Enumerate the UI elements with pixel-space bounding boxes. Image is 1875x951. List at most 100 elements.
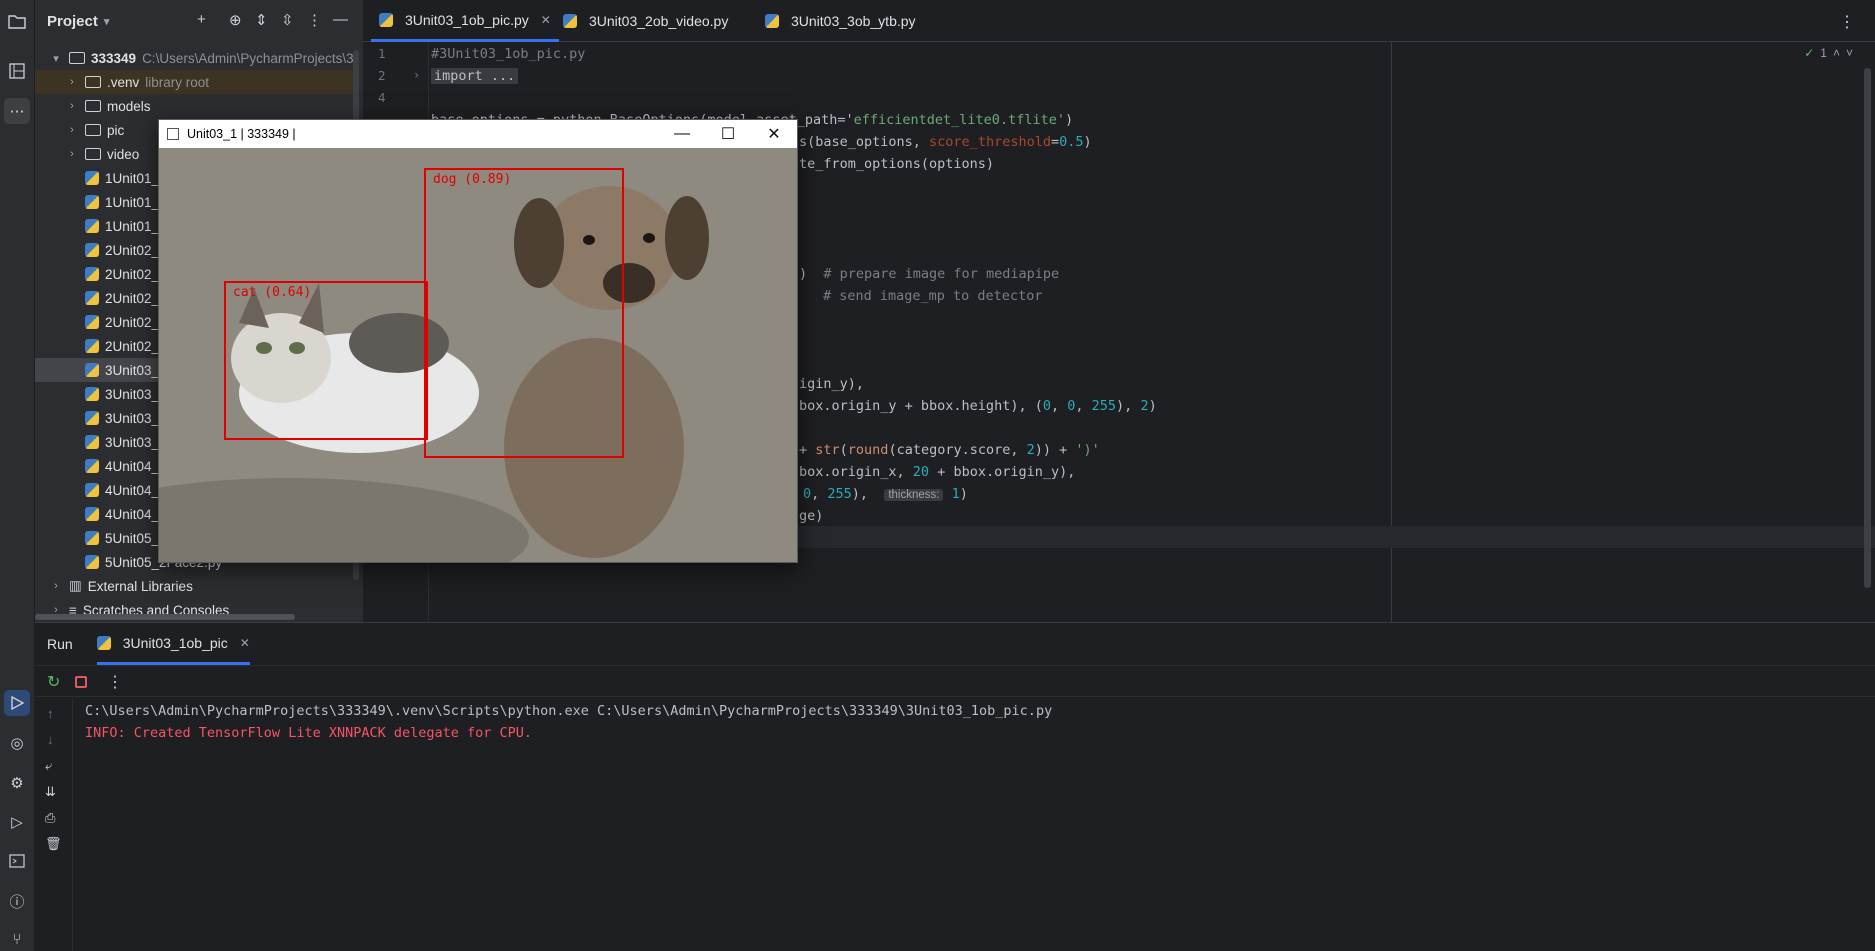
git-icon[interactable]: ⑂ (4, 926, 30, 951)
close-icon[interactable]: ✕ (541, 13, 551, 27)
horizontal-scrollbar[interactable] (35, 614, 295, 620)
tab-3unit03-1ob-pic[interactable]: 3Unit03_1ob_pic.py ✕ (371, 0, 559, 42)
fold-chevron-icon[interactable]: › (413, 68, 420, 82)
dog-bounding-box (424, 168, 624, 458)
rerun-icon[interactable]: ↻ (47, 672, 60, 692)
chevron-right-icon[interactable]: › (65, 100, 79, 112)
python-file-icon (85, 459, 99, 473)
project-folder-icon[interactable] (4, 8, 30, 34)
minimize-icon[interactable]: — (659, 120, 705, 148)
inspection-count: 1 (1820, 46, 1827, 60)
inspection-widget[interactable]: ✓ 1 ˄ ˅ (1804, 46, 1853, 60)
line-number: 1 (378, 46, 386, 61)
code-fragment: (category.score, (888, 442, 1027, 458)
collapse-all-icon[interactable]: ⇳ (281, 11, 294, 29)
trash-icon[interactable]: 🗑 (45, 836, 62, 852)
structure-icon[interactable] (4, 58, 30, 84)
add-icon[interactable]: + (197, 11, 206, 28)
expand-all-icon[interactable]: ⇕ (255, 11, 268, 29)
code-fragment: )) + (1034, 442, 1076, 458)
tree-root[interactable]: ▾ 333349 C:\Users\Admin\PycharmProjects\… (35, 46, 355, 70)
chevron-right-icon[interactable]: › (65, 76, 79, 88)
soft-wrap-icon[interactable]: ⤶ (45, 758, 52, 774)
editor-tabs: 3Unit03_1ob_pic.py ✕ 3Unit03_2ob_video.p… (363, 0, 1875, 42)
chevron-right-icon[interactable]: › (65, 148, 79, 160)
python-packages-icon[interactable]: ◎ (4, 730, 30, 756)
tree-item-label: models (107, 98, 151, 114)
tree-item-label: .venv (107, 74, 140, 90)
tree-item-label: 2Unit02_ (105, 290, 160, 306)
more-tools-icon[interactable]: ⋯ (4, 98, 30, 124)
tree-item-label: 2Unit02_ (105, 338, 160, 354)
python-file-icon (765, 14, 779, 28)
stop-icon[interactable] (75, 676, 87, 688)
tab-options-icon[interactable]: ⋮ (1839, 12, 1855, 32)
run-tool-icon[interactable] (4, 690, 30, 716)
chevron-down-icon[interactable]: ˅ (1846, 46, 1853, 60)
run-toolbar: ↻ ⋮ (35, 665, 1875, 697)
code-line-21: box.origin_x, 20 + bbox.origin_y), (799, 464, 1075, 480)
dog-detection-label: dog (0.89) (433, 172, 512, 187)
tab-3unit03-2ob-video[interactable]: 3Unit03_2ob_video.py (555, 0, 736, 42)
tree-item-label: 3Unit03_ (105, 362, 160, 378)
maximize-icon[interactable]: ☐ (705, 120, 751, 148)
chevron-right-icon[interactable]: › (49, 580, 63, 592)
python-file-icon (85, 435, 99, 449)
python-file-icon (85, 531, 99, 545)
tool-window-strip: ⋯ ◎ ⚙ ▷ ⓘ ⑂ (0, 0, 35, 951)
code-number: 2 (1026, 442, 1035, 458)
tree-external-libraries[interactable]: › ▥ External Libraries (35, 574, 355, 598)
locate-icon[interactable]: ⊕ (229, 11, 242, 29)
project-title[interactable]: Project (47, 13, 98, 30)
python-console-icon[interactable]: ▷ (4, 809, 30, 835)
root-name: 333349 (91, 50, 137, 66)
tree-folder[interactable]: › .venv library root (35, 70, 355, 94)
terminal-icon[interactable] (4, 848, 30, 874)
window-title: Unit03_1 | 333349 | (187, 127, 296, 141)
code-line-18: box.origin_y + bbox.height), (0, 0, 255)… (799, 398, 1157, 414)
arrow-up-icon[interactable]: ↑ (47, 706, 54, 721)
tree-item-label: 2Unit02_ (105, 266, 160, 282)
chevron-up-icon[interactable]: ˄ (1833, 46, 1840, 60)
folder-icon (69, 52, 85, 64)
run-info: INFO: Created TensorFlow Lite XNNPACK de… (85, 725, 533, 741)
chevron-down-icon[interactable]: ▾ (104, 15, 110, 28)
code-line-1: #3Unit03_1ob_pic.py (431, 46, 586, 62)
code-param: score_threshold (929, 134, 1051, 150)
tab-label: 3Unit03_2ob_video.py (589, 13, 729, 29)
code-string: efficientdet_lite0.tflite' (853, 112, 1065, 128)
editor-scrollbar[interactable] (1864, 68, 1871, 588)
services-icon[interactable]: ⚙ (4, 770, 30, 796)
run-title[interactable]: Run (47, 636, 73, 652)
print-icon[interactable]: ⎙ (45, 810, 55, 826)
tree-item-label: pic (107, 122, 125, 138)
tab-3unit03-3ob-ytb[interactable]: 3Unit03_3ob_ytb.py (757, 0, 924, 42)
code-line-20: + str(round(category.score, 2)) + ')' (799, 442, 1100, 458)
hide-icon[interactable]: — (333, 11, 348, 28)
run-tab[interactable]: 3Unit03_1ob_pic ✕ (96, 623, 250, 665)
options-icon[interactable]: ⋮ (107, 672, 123, 692)
code-fragment: ), (1116, 398, 1141, 414)
arrow-down-icon[interactable]: ↓ (47, 732, 54, 747)
python-file-icon (563, 14, 577, 28)
scroll-to-end-icon[interactable]: ⇊ (45, 784, 56, 800)
problems-icon[interactable]: ⓘ (4, 888, 30, 914)
chevron-down-icon[interactable]: ▾ (49, 52, 63, 65)
image-window[interactable]: Unit03_1 | 333349 | — ☐ ✕ dog (0.89) cat… (158, 119, 798, 563)
code-builtin: round (847, 442, 889, 458)
run-tabs: Run 3Unit03_1ob_pic ✕ (35, 623, 1875, 665)
code-fragment: + (799, 442, 816, 458)
line-number: 2 (378, 68, 386, 83)
python-file-icon (85, 483, 99, 497)
code-line-17: igin_y), (799, 376, 865, 392)
options-icon[interactable]: ⋮ (307, 11, 322, 29)
tree-item-label: 1Unit01_ (105, 218, 160, 234)
close-icon[interactable]: ✕ (240, 636, 250, 650)
tree-folder[interactable]: › models (35, 94, 355, 118)
folder-icon (85, 148, 101, 160)
window-titlebar[interactable]: Unit03_1 | 333349 | — ☐ ✕ (159, 120, 797, 148)
chevron-right-icon[interactable]: › (65, 124, 79, 136)
python-file-icon (85, 195, 99, 209)
code-number: 0.5 (1059, 134, 1084, 150)
close-icon[interactable]: ✕ (751, 120, 797, 148)
